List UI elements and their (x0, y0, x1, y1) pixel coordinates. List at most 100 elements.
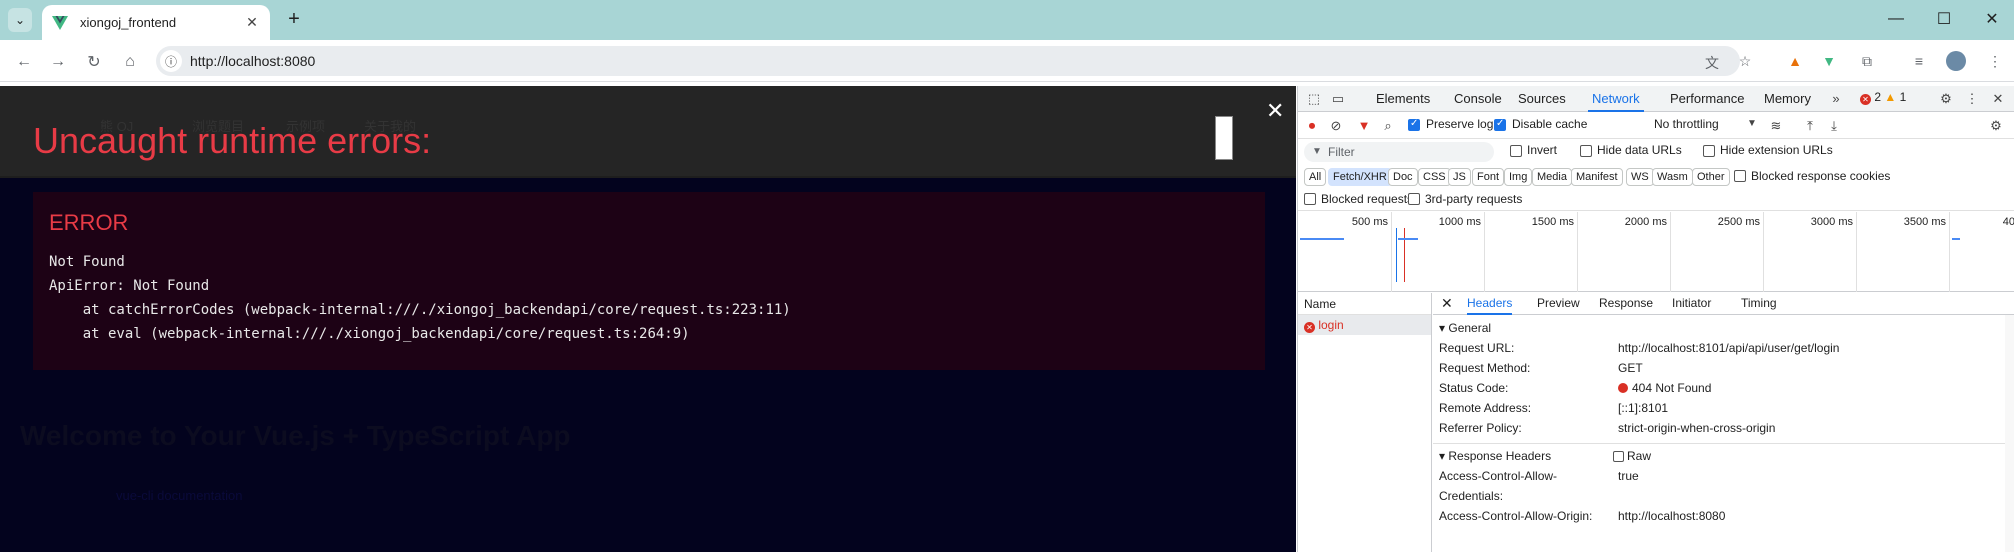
network-conditions-icon[interactable]: ≋ (1768, 118, 1784, 134)
chip-manifest[interactable]: Manifest (1571, 168, 1623, 186)
minimize-icon[interactable]: — (1872, 0, 1920, 38)
raw-label: Raw (1627, 449, 1652, 463)
export-har-icon[interactable]: ⤓ (1826, 118, 1842, 134)
detail-close-icon[interactable]: ✕ (1441, 293, 1453, 315)
chip-other[interactable]: Other (1692, 168, 1730, 186)
extensions-icon[interactable]: ⧉ (1858, 53, 1876, 70)
header-value: true (1618, 469, 1639, 483)
chip-font[interactable]: Font (1472, 168, 1505, 186)
close-tab-icon[interactable]: ✕ (244, 14, 260, 31)
third-party-label: 3rd-party requests (1425, 192, 1523, 206)
forward-icon[interactable]: → (44, 48, 72, 76)
bookmark-star-icon[interactable]: ☆ (1736, 53, 1754, 70)
general-section-header[interactable]: ▾ General (1439, 321, 1491, 335)
response-headers-section-header[interactable]: ▾ Response Headers (1439, 449, 1551, 463)
request-name: login (1318, 318, 1344, 332)
network-timeline[interactable]: 500 ms 1000 ms 1500 ms 2000 ms 2500 ms 3… (1298, 212, 2014, 292)
network-toolbar: ⏺ ⊘ ▼ ⌕ Preserve log Disable cache No th… (1298, 113, 2014, 139)
tab-network[interactable]: Network (1588, 86, 1644, 112)
detail-scrollbar[interactable] (2005, 315, 2014, 552)
search-icon[interactable]: ⌕ (1380, 118, 1396, 134)
blocked-response-cookies-checkbox[interactable] (1734, 170, 1746, 182)
hide-extension-urls-checkbox[interactable] (1703, 145, 1715, 157)
tab-console[interactable]: Console (1450, 86, 1506, 112)
timeline-label: 500 ms (1351, 216, 1388, 228)
back-icon[interactable]: ← (10, 48, 38, 76)
column-header-name[interactable]: Name (1298, 293, 1431, 315)
window-close-icon[interactable]: ✕ (1968, 0, 2014, 38)
detail-tab-timing[interactable]: Timing (1741, 293, 1777, 315)
settings-gear-icon[interactable]: ⚙ (1938, 91, 1954, 107)
overlay-close-icon[interactable]: ✕ (1266, 98, 1284, 124)
timeline-label: 2500 ms (1717, 216, 1760, 228)
detail-tab-headers[interactable]: Headers (1467, 293, 1513, 315)
avatar[interactable] (1946, 51, 1966, 71)
devtools-menu-icon[interactable]: ⋮ (1964, 91, 1980, 107)
timeline-gridline (1670, 212, 1671, 292)
chip-js[interactable]: JS (1448, 168, 1471, 186)
devtools-close-icon[interactable]: ✕ (1990, 91, 2006, 107)
chip-media[interactable]: Media (1532, 168, 1572, 186)
url-text[interactable]: http://localhost:8080 (190, 53, 315, 69)
menu-icon[interactable]: ⋮ (1986, 53, 2004, 70)
chip-wasm[interactable]: Wasm (1652, 168, 1693, 186)
address-bar[interactable]: ⓘ http://localhost:8080 (156, 46, 1740, 76)
chip-ws[interactable]: WS (1626, 168, 1654, 186)
vue-devtools-icon[interactable]: ▼ (1820, 53, 1838, 69)
load-event-line (1404, 228, 1405, 282)
disable-cache-checkbox[interactable] (1494, 118, 1506, 131)
tab-memory[interactable]: Memory (1760, 86, 1815, 112)
tab-search-icon[interactable]: ⌄ (8, 8, 32, 32)
chip-css[interactable]: CSS (1418, 168, 1451, 186)
chip-all[interactable]: All (1304, 168, 1327, 186)
home-icon[interactable]: ⌂ (116, 48, 144, 76)
vue-logo-icon (52, 15, 68, 30)
header-key: Referrer Policy: (1439, 421, 1522, 435)
invert-checkbox[interactable] (1510, 145, 1522, 157)
throttling-dropdown-icon[interactable]: ▼ (1744, 118, 1760, 129)
clear-icon[interactable]: ⊘ (1328, 118, 1344, 134)
reload-icon[interactable]: ↻ (80, 48, 108, 76)
tab-elements[interactable]: Elements (1372, 86, 1434, 112)
error-heading: ERROR (49, 210, 129, 235)
timeline-label: 40 (2002, 216, 2014, 228)
maximize-icon[interactable]: ☐ (1920, 0, 1968, 38)
detail-tab-response[interactable]: Response (1599, 293, 1653, 315)
request-row[interactable]: ✕ login (1298, 315, 1431, 335)
error-count-badge[interactable]: ✕ 2 ▲ 1 (1860, 90, 1906, 105)
detail-tab-initiator[interactable]: Initiator (1672, 293, 1711, 315)
hide-data-urls-checkbox[interactable] (1580, 145, 1592, 157)
timeline-gridline (1856, 212, 1857, 292)
browser-tab[interactable]: xiongoj_frontend ✕ (42, 5, 270, 40)
blocked-requests-label: Blocked requests (1321, 192, 1414, 206)
status-value: 404 Not Found (1618, 381, 1711, 395)
header-key: Credentials: (1439, 489, 1504, 503)
tab-performance[interactable]: Performance (1666, 86, 1748, 112)
detail-tab-preview[interactable]: Preview (1537, 293, 1580, 315)
third-party-checkbox[interactable] (1408, 193, 1420, 205)
detail-tabbar: ✕ Headers Preview Response Initiator Tim… (1433, 293, 2014, 315)
import-har-icon[interactable]: ⤒ (1802, 118, 1818, 134)
throttling-select[interactable]: No throttling (1654, 117, 1719, 131)
more-tabs-icon[interactable]: » (1828, 91, 1844, 106)
new-tab-icon[interactable]: + (282, 8, 306, 32)
media-icon[interactable]: ≡ (1910, 53, 1928, 69)
chip-img[interactable]: Img (1504, 168, 1533, 186)
filter-funnel-icon[interactable]: ▼ (1356, 118, 1372, 133)
network-settings-icon[interactable]: ⚙ (1988, 118, 2004, 134)
site-info-icon[interactable]: ⓘ (160, 50, 182, 72)
device-toolbar-icon[interactable]: ▭ (1330, 91, 1346, 107)
translate-icon[interactable]: 文 (1703, 53, 1721, 73)
chip-fetch-xhr[interactable]: Fetch/XHR (1328, 168, 1392, 186)
extension-1-icon[interactable]: ▲ (1786, 53, 1804, 69)
raw-checkbox[interactable] (1613, 451, 1624, 462)
preserve-log-checkbox[interactable] (1408, 118, 1420, 131)
record-icon[interactable]: ⏺ (1304, 118, 1320, 134)
chip-doc[interactable]: Doc (1388, 168, 1418, 186)
tab-sources[interactable]: Sources (1514, 86, 1570, 112)
blocked-requests-checkbox[interactable] (1304, 193, 1316, 205)
inspect-icon[interactable]: ⬚ (1306, 91, 1322, 107)
header-value: http://localhost:8080 (1618, 509, 1726, 523)
filter-input[interactable]: Filter (1304, 142, 1494, 162)
overlay-scrollbar[interactable] (1215, 116, 1233, 160)
